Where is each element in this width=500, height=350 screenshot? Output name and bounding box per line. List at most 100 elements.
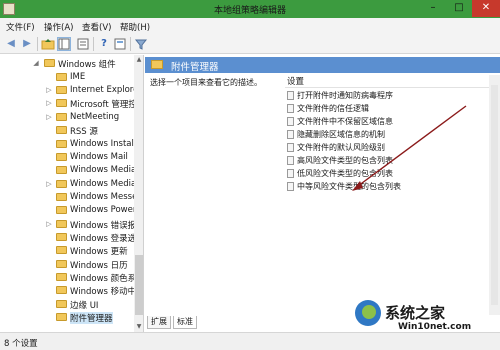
tree-item-label: RSS 源 xyxy=(70,127,98,137)
tree-item-label: Internet Explore xyxy=(70,85,134,95)
minimize-button[interactable]: – xyxy=(420,0,446,17)
tree-item[interactable]: Windows 日历 xyxy=(0,258,134,271)
tree-item[interactable]: IME xyxy=(0,71,134,84)
tree-item[interactable]: RSS 源 xyxy=(0,124,134,137)
setting-row[interactable]: 高风险文件类型的包含列表 xyxy=(285,155,485,166)
setting-row[interactable]: 文件附件中不保留区域信息 xyxy=(285,116,485,127)
tree-item[interactable]: ▷ Windows Media xyxy=(0,178,134,191)
tree-item-label: 附件管理器 xyxy=(70,312,113,324)
tree-item[interactable]: 边缘 UI xyxy=(0,298,134,311)
tree-item-label: Windows 登录选 xyxy=(70,234,134,244)
tree-item-label: Windows Mail xyxy=(70,152,128,162)
tree-item-selected[interactable]: 附件管理器 xyxy=(0,311,134,324)
tree-item[interactable]: Windows 更新 xyxy=(0,244,134,257)
collapse-icon[interactable]: ◢ xyxy=(32,58,40,68)
view-tabs: 扩展 标准 xyxy=(145,316,345,330)
setting-row[interactable]: 低风险文件类型的包含列表 xyxy=(285,168,485,179)
tree-item-label: Windows 更新 xyxy=(70,247,128,257)
tree-item[interactable]: Windows Messe xyxy=(0,191,134,204)
scroll-up-icon[interactable]: ▲ xyxy=(134,55,143,65)
filter-icon[interactable] xyxy=(134,37,148,51)
forward-icon[interactable]: ▶ xyxy=(20,37,34,51)
tree-item[interactable]: Windows 颜色系 xyxy=(0,271,134,284)
tree-item-label: Windows 日历 xyxy=(70,261,128,271)
menu-file[interactable]: 文件(F) xyxy=(6,21,35,33)
toolbar-separator xyxy=(37,37,38,51)
policy-setting-icon xyxy=(287,143,294,152)
setting-row[interactable]: 文件附件的默认风险级别 xyxy=(285,142,485,153)
tree-item[interactable]: Windows Media xyxy=(0,164,134,177)
folder-icon xyxy=(56,220,67,228)
tree-item[interactable]: Windows 移动中 xyxy=(0,284,134,297)
help-icon[interactable]: ? xyxy=(97,37,111,51)
tree-item-label: Windows Media xyxy=(70,179,134,189)
export-list-icon[interactable] xyxy=(76,37,90,51)
maximize-button[interactable]: □ xyxy=(446,0,472,17)
folder-icon xyxy=(56,86,67,94)
tree-item[interactable]: ▷ Microsoft 管理控 xyxy=(0,97,134,110)
tree-item[interactable]: Windows Mail xyxy=(0,151,134,164)
expand-icon[interactable]: ▷ xyxy=(45,112,53,122)
watermark-logo-icon xyxy=(355,300,381,326)
properties-icon[interactable] xyxy=(113,37,127,51)
folder-icon xyxy=(56,113,67,121)
tree-item[interactable]: ▷ Windows 错误报 xyxy=(0,218,134,231)
policy-setting-icon xyxy=(287,130,294,139)
expand-icon[interactable]: ▷ xyxy=(45,85,53,95)
folder-icon xyxy=(56,233,67,241)
tree-item-label: Windows Messe xyxy=(70,192,134,202)
folder-icon xyxy=(56,206,67,214)
policy-setting-icon xyxy=(287,182,294,191)
settings-column-header[interactable]: 设置 xyxy=(287,75,304,87)
menu-bar: 文件(F) 操作(A) 查看(V) 帮助(H) xyxy=(0,18,500,34)
tree-item[interactable]: Windows Power xyxy=(0,204,134,217)
scrollbar-thumb[interactable] xyxy=(491,85,498,305)
policy-setting-icon xyxy=(287,117,294,126)
pane-title: 附件管理器 xyxy=(171,62,219,73)
policy-setting-icon xyxy=(287,169,294,178)
close-button[interactable]: ✕ xyxy=(472,0,500,17)
tab-standard[interactable]: 标准 xyxy=(173,316,197,329)
setting-row[interactable]: 文件附件的信任逻辑 xyxy=(285,103,485,114)
expand-icon[interactable]: ▷ xyxy=(45,219,53,229)
folder-icon xyxy=(56,193,67,201)
pane-scrollbar[interactable] xyxy=(489,75,500,315)
setting-row[interactable]: 隐藏删除区域信息的机制 xyxy=(285,129,485,140)
folder-icon xyxy=(44,59,55,67)
settings-list: 设置 打开附件时通知防病毒程序 文件附件的信任逻辑 文件附件中不保留区域信息 隐… xyxy=(285,75,500,315)
back-icon[interactable]: ◀ xyxy=(4,37,18,51)
tree-item[interactable]: ▷ Internet Explore xyxy=(0,84,134,97)
folder-icon xyxy=(56,286,67,294)
folder-icon xyxy=(56,180,67,188)
folder-icon xyxy=(56,246,67,254)
status-text: 8 个设置 xyxy=(4,339,38,349)
setting-label: 中等风险文件类型的包含列表 xyxy=(297,182,401,191)
tree-scrollbar[interactable]: ▲ ▼ xyxy=(134,55,143,332)
navigation-tree[interactable]: ◢ Windows 组件 IME ▷ Internet Explore ▷ Mi… xyxy=(0,55,144,332)
tree-view-icon[interactable] xyxy=(57,37,71,51)
folder-up-icon[interactable] xyxy=(41,37,55,51)
folder-icon xyxy=(56,300,67,308)
scroll-down-icon[interactable]: ▼ xyxy=(134,322,143,332)
expand-icon[interactable]: ▷ xyxy=(45,98,53,108)
menu-help[interactable]: 帮助(H) xyxy=(120,21,150,33)
scrollbar-thumb[interactable] xyxy=(135,255,143,315)
tab-extended[interactable]: 扩展 xyxy=(147,316,171,329)
divider xyxy=(285,87,489,88)
folder-icon xyxy=(56,73,67,81)
folder-icon xyxy=(56,99,67,107)
tree-item[interactable]: ▷ NetMeeting xyxy=(0,111,134,124)
folder-icon xyxy=(56,153,67,161)
tree-item[interactable]: Windows Install xyxy=(0,138,134,151)
tree-item[interactable]: Windows 登录选 xyxy=(0,231,134,244)
tree-item[interactable]: ◢ Windows 组件 xyxy=(0,57,134,70)
tree-item-label: Windows 移动中 xyxy=(70,287,134,297)
setting-row[interactable]: 打开附件时通知防病毒程序 xyxy=(285,90,485,101)
menu-view[interactable]: 查看(V) xyxy=(82,21,111,33)
setting-row[interactable]: 中等风险文件类型的包含列表 xyxy=(285,181,485,192)
folder-icon xyxy=(56,166,67,174)
menu-action[interactable]: 操作(A) xyxy=(44,21,73,33)
toolbar-separator xyxy=(130,37,131,51)
expand-icon[interactable]: ▷ xyxy=(45,179,53,189)
folder-icon xyxy=(56,260,67,268)
